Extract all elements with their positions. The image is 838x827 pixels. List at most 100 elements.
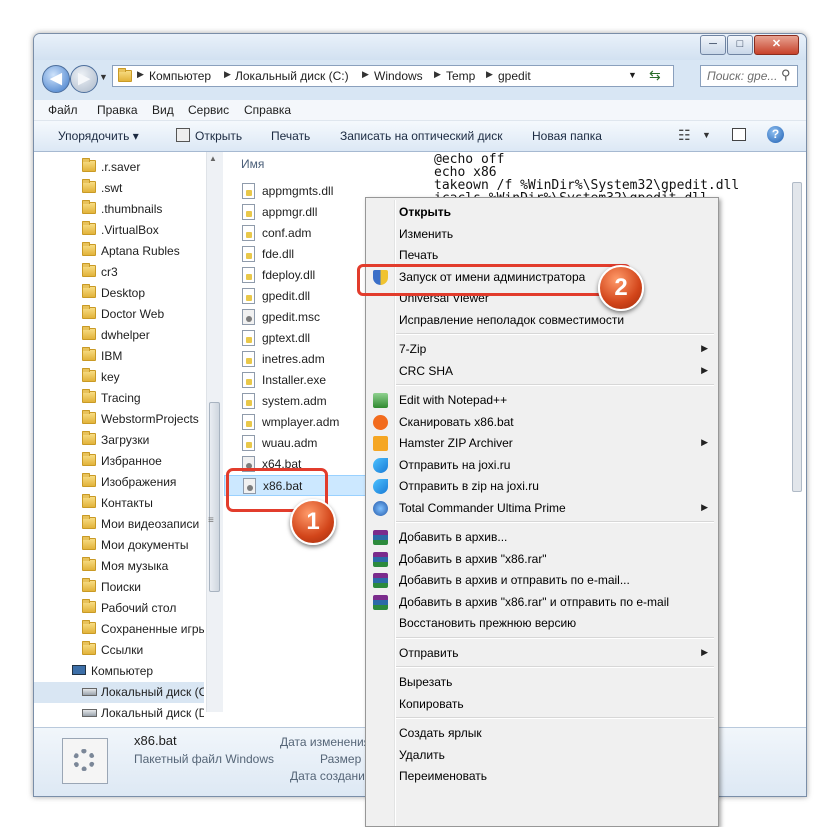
context-menu-item[interactable]: Добавить в архив "x86.rar" и отправить п… [368, 592, 716, 613]
nav-folder-item[interactable]: Aptana Rubles [34, 241, 204, 262]
preview-scroll-thumb[interactable] [792, 182, 802, 492]
maximize-button[interactable]: □ [727, 35, 753, 55]
scroll-thumb[interactable] [209, 402, 220, 592]
search-icon[interactable]: ⚲ [781, 67, 791, 83]
nav-folder-item[interactable]: Контакты [34, 493, 204, 514]
nav-folder-item[interactable]: Tracing [34, 388, 204, 409]
context-menu-item[interactable]: Переименовать [368, 766, 716, 787]
address-bar[interactable]: ▶ Компьютер ▶ Локальный диск (C:) ▶ Wind… [112, 65, 674, 87]
file-name: appmgr.dll [262, 205, 318, 219]
organize-button[interactable]: Упорядочить ▾ [58, 129, 139, 143]
context-menu-item[interactable]: Печать [368, 245, 716, 266]
context-menu-item[interactable]: CRC SHA ▶ [368, 361, 716, 382]
context-menu-item[interactable]: Исправление неполадок совместимости [368, 310, 716, 331]
context-menu-item[interactable]: Добавить в архив "x86.rar" [368, 549, 716, 570]
nav-folder-item[interactable]: Загрузки [34, 430, 204, 451]
column-header-name[interactable]: Имя [241, 157, 264, 171]
nav-folder-item[interactable]: Desktop [34, 283, 204, 304]
breadcrumb-windows[interactable]: Windows [374, 69, 423, 83]
nav-folder-item[interactable]: key [34, 367, 204, 388]
nav-computer[interactable]: Компьютер [34, 661, 204, 682]
breadcrumb-temp[interactable]: Temp [446, 69, 475, 83]
context-menu-item[interactable]: Вырезать [368, 672, 716, 693]
nav-folder-item[interactable]: Моя музыка [34, 556, 204, 577]
context-menu-item[interactable]: Total Commander Ultima Prime ▶ [368, 498, 716, 519]
search-input[interactable]: Поиск: gpe... [707, 69, 777, 83]
breadcrumb-computer[interactable]: Компьютер [149, 69, 211, 83]
nav-folder-item[interactable]: Избранное [34, 451, 204, 472]
forward-button[interactable]: ▶ [70, 65, 98, 93]
context-menu-item[interactable]: Создать ярлык [368, 723, 716, 744]
context-menu-item[interactable]: Добавить в архив и отправить по e-mail..… [368, 570, 716, 591]
new-folder-button[interactable]: Новая папка [532, 129, 602, 143]
context-menu-item[interactable]: 7-Zip ▶ [368, 339, 716, 360]
nav-folder-item[interactable]: Сохраненные игры [34, 619, 204, 640]
context-menu-item[interactable]: Edit with Notepad++ [368, 390, 716, 411]
chevron-down-icon[interactable]: ▼ [702, 130, 711, 140]
file-icon [242, 330, 255, 346]
preview-scrollbar[interactable] [789, 182, 805, 502]
context-menu-item[interactable]: Сканировать x86.bat [368, 412, 716, 433]
nav-folder-item[interactable]: Ссылки [34, 640, 204, 661]
address-dropdown[interactable]: ▼ [628, 70, 637, 80]
nav-folder-item[interactable]: Doctor Web [34, 304, 204, 325]
context-menu-label: Открыть [399, 205, 452, 219]
menu-tools[interactable]: Сервис [188, 103, 229, 117]
nav-folder-item[interactable]: Изображения [34, 472, 204, 493]
nav-drive-item[interactable]: Локальный диск (C [34, 682, 204, 703]
menu-file[interactable]: Файл [48, 103, 78, 117]
minimize-button[interactable]: ─ [700, 35, 726, 55]
breadcrumb-gpedit[interactable]: gpedit [498, 69, 531, 83]
nav-folder-item[interactable]: WebstormProjects [34, 409, 204, 430]
context-menu-item[interactable]: Восстановить прежнюю версию [368, 613, 716, 634]
submenu-arrow-icon: ▶ [701, 343, 708, 353]
scroll-up-arrow[interactable]: ▲ [209, 154, 217, 163]
context-menu-item[interactable]: Изменить [368, 224, 716, 245]
context-menu-item[interactable]: Копировать [368, 694, 716, 715]
refresh-icon[interactable]: ⇆ [649, 67, 661, 84]
menu-help[interactable]: Справка [244, 103, 291, 117]
folder-icon [82, 536, 96, 550]
context-menu-item[interactable]: Отправить ▶ [368, 643, 716, 664]
title-bar[interactable]: ─ □ ✕ [34, 34, 806, 60]
nav-folder-item[interactable]: IBM [34, 346, 204, 367]
nav-folder-item[interactable]: .r.saver [34, 157, 204, 178]
splitter-grip[interactable]: ≡ [208, 515, 214, 526]
file-name: fde.dll [262, 247, 295, 261]
context-menu-item[interactable]: Отправить в zip на joxi.ru [368, 476, 716, 497]
print-button[interactable]: Печать [271, 129, 310, 143]
close-button[interactable]: ✕ [754, 35, 799, 55]
nav-folder-item[interactable]: Мои видеозаписи [34, 514, 204, 535]
nav-folder-item[interactable]: dwhelper [34, 325, 204, 346]
help-icon[interactable]: ? [767, 126, 784, 143]
nav-folder-item[interactable]: .VirtualBox [34, 220, 204, 241]
nav-folder-item[interactable]: .thumbnails [34, 199, 204, 220]
breadcrumb-drive-c[interactable]: Локальный диск (C:) [235, 69, 349, 83]
file-icon [242, 435, 255, 451]
context-menu-label: Переименовать [399, 769, 487, 783]
menu-edit[interactable]: Правка [97, 103, 138, 117]
nav-folder-item[interactable]: Поиски [34, 577, 204, 598]
preview-pane-icon[interactable] [732, 128, 746, 141]
search-box[interactable]: Поиск: gpe... ⚲ [700, 65, 798, 87]
nav-folder-item[interactable]: Мои документы [34, 535, 204, 556]
nav-drive-item[interactable]: Локальный диск (D [34, 703, 204, 724]
menu-view[interactable]: Вид [152, 103, 174, 117]
burn-button[interactable]: Записать на оптический диск [340, 129, 503, 143]
context-menu-label: Исправление неполадок совместимости [399, 312, 625, 327]
context-menu-item[interactable]: Открыть [368, 202, 716, 223]
nav-folder-item[interactable]: Рабочий стол [34, 598, 204, 619]
context-menu-item[interactable]: Отправить на joxi.ru [368, 455, 716, 476]
context-menu-label: Восстановить прежнюю версию [399, 616, 577, 630]
recent-pages-dropdown[interactable]: ▼ [99, 72, 108, 82]
nav-folder-item[interactable]: cr3 [34, 262, 204, 283]
view-options-icon[interactable]: ☷ [678, 127, 691, 144]
nav-folder-item[interactable]: .swt [34, 178, 204, 199]
nav-scrollbar[interactable]: ▲ [206, 152, 223, 712]
context-menu-item[interactable]: Удалить [368, 745, 716, 766]
context-menu-item[interactable]: Hamster ZIP Archiver ▶ [368, 433, 716, 454]
nav-folder-label: WebstormProjects [101, 412, 199, 426]
context-menu-item[interactable]: Добавить в архив... [368, 527, 716, 548]
open-button[interactable]: Открыть [195, 129, 242, 143]
back-button[interactable]: ◀ [42, 65, 70, 93]
